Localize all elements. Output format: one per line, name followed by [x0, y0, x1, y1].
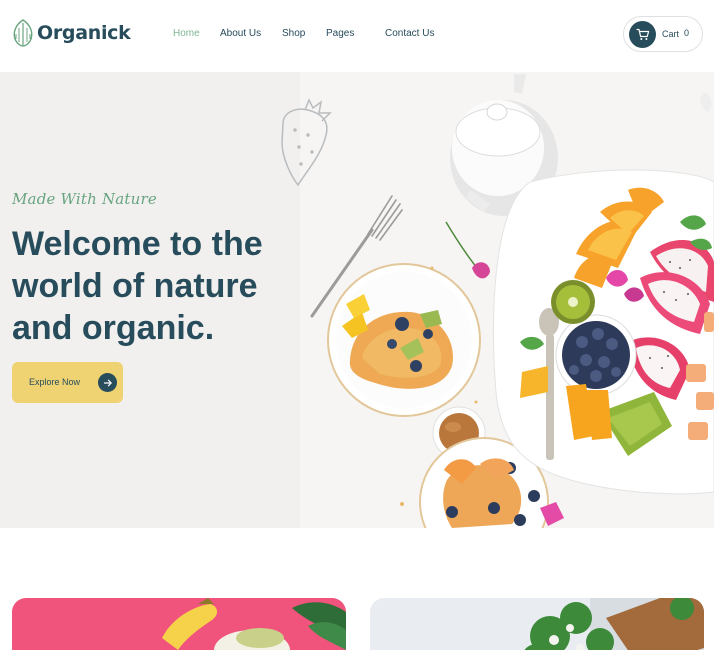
nav-pages[interactable]: Pages: [326, 28, 354, 39]
nav-home[interactable]: Home: [173, 28, 200, 39]
nav-shop[interactable]: Shop: [282, 28, 305, 39]
arrow-right-icon: [98, 373, 117, 392]
promo-card-fruits[interactable]: [12, 598, 346, 650]
site-header: Organick Home About Us Shop Pages Contac…: [0, 0, 714, 72]
cart-label: Cart: [662, 29, 680, 39]
brand-logo[interactable]: Organick: [12, 19, 131, 47]
cart-button[interactable]: Cart 0: [623, 16, 703, 52]
hero-tagline: Made With Nature: [12, 190, 157, 208]
hero-section: Made With Nature Welcome to the world of…: [0, 72, 714, 528]
hero-headline-line: and organic.: [12, 309, 215, 347]
nav-about-us[interactable]: About Us: [220, 28, 261, 39]
promo-card-fruits-image: [162, 598, 346, 650]
hero-headline-line: world of nature: [12, 267, 258, 305]
leaf-logo-icon: [13, 19, 33, 47]
explore-now-button[interactable]: Explore Now: [12, 362, 123, 403]
promo-card-vegetables-image: [524, 598, 704, 650]
explore-now-label: Explore Now: [29, 377, 81, 387]
hero-headline: Welcome to the world of nature and organ…: [12, 223, 312, 349]
cart-count: 0: [684, 28, 690, 38]
nav-contact-us[interactable]: Contact Us: [385, 28, 434, 39]
promo-card-vegetables[interactable]: [370, 598, 704, 650]
cart-icon: [629, 21, 656, 48]
hero-headline-line: Welcome to the: [12, 225, 263, 263]
brand-name: Organick: [37, 22, 131, 44]
